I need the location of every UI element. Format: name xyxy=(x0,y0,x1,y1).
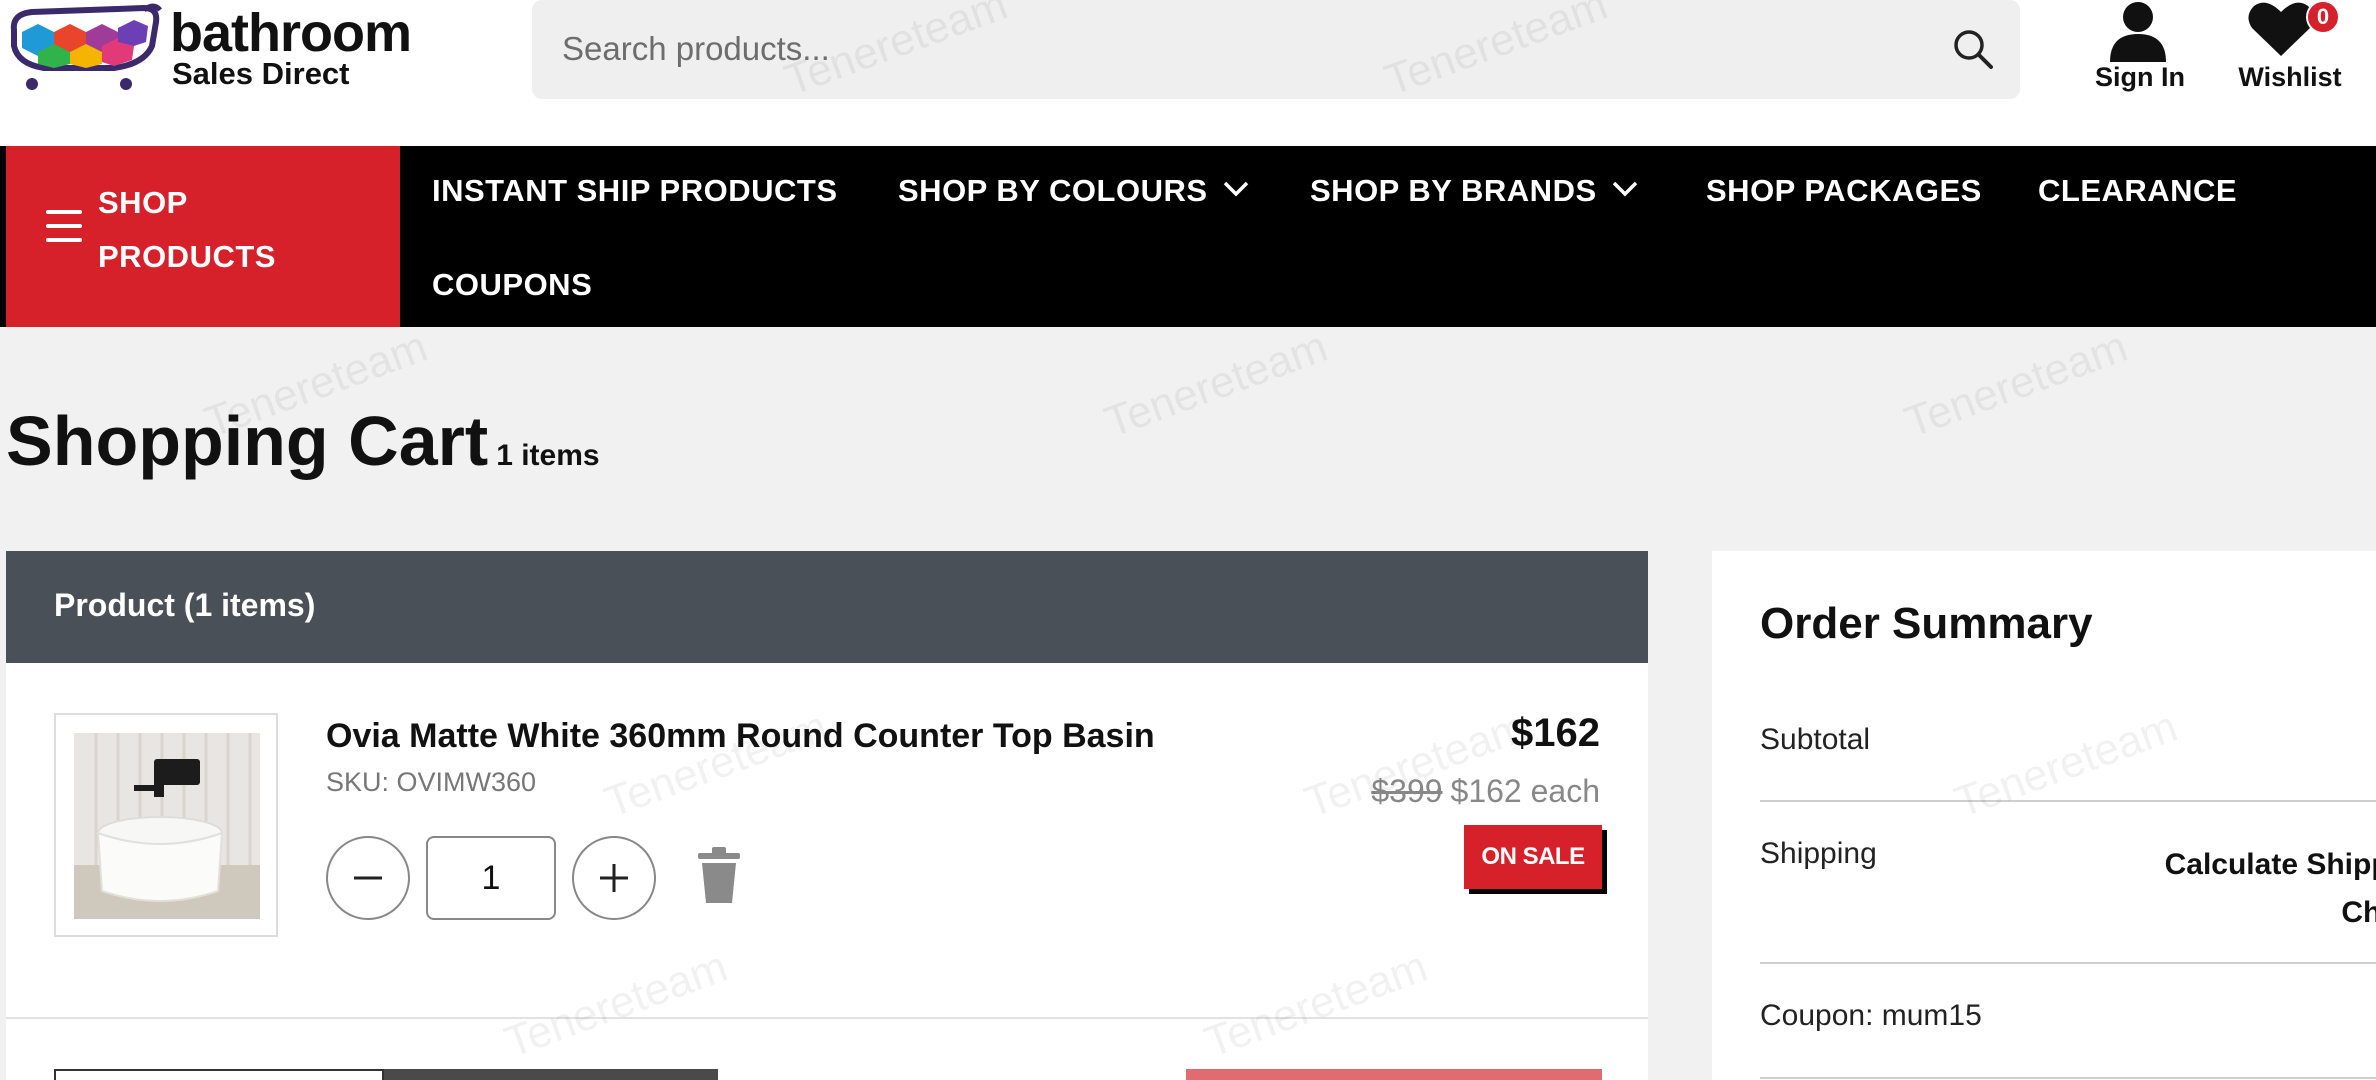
coupon-label: Coupon: mum15 xyxy=(1760,999,1982,1032)
each-price: $162 each xyxy=(1450,773,1600,809)
shop-products-menu-button[interactable]: SHOP PRODUCTS xyxy=(6,146,400,327)
page-title-text: Shopping Cart xyxy=(6,402,489,480)
wishlist-link[interactable]: 0 Wishlist xyxy=(2232,0,2344,100)
shipping-value-line: Calculate Shippi xyxy=(2164,848,2376,881)
bathtub-logo-icon xyxy=(10,3,162,90)
nav-item-label: COUPONS xyxy=(432,267,593,302)
heart-icon xyxy=(2248,2,2314,56)
checkout-button[interactable] xyxy=(1186,1069,1602,1080)
decrease-quantity-button[interactable] xyxy=(326,836,410,920)
was-price: $399 xyxy=(1371,773,1443,809)
cart-header-label: Product (1 items) xyxy=(54,587,316,623)
nav-item-shop-packages[interactable]: SHOP PACKAGES xyxy=(1706,166,1982,216)
search-bar xyxy=(532,0,2020,99)
cart-divider xyxy=(6,1017,1648,1019)
line-total-price: $162 xyxy=(1511,711,1600,755)
product-thumbnail[interactable] xyxy=(54,713,278,937)
increase-quantity-button[interactable] xyxy=(572,836,656,920)
order-summary-panel: Order Summary Subtotal Shipping Calculat… xyxy=(1712,551,2376,1080)
order-summary-title: Order Summary xyxy=(1760,599,2093,648)
main-nav: SHOP PRODUCTS INSTANT SHIP PRODUCTS SHOP… xyxy=(0,146,2376,327)
summary-divider xyxy=(1760,962,2376,964)
shop-products-label: SHOP PRODUCTS xyxy=(98,185,276,274)
logo-word: bathroom xyxy=(170,3,412,63)
logo-subtitle: Sales Direct xyxy=(172,56,350,91)
subtotal-label: Subtotal xyxy=(1760,723,1871,756)
search-input[interactable] xyxy=(562,26,1882,72)
product-name-link[interactable]: Ovia Matte White 360mm Round Counter Top… xyxy=(326,717,1155,756)
cart-action-button[interactable] xyxy=(54,1069,384,1080)
cart-panel: Product (1 items) Ovia Matte White 360mm… xyxy=(6,551,1648,1080)
product-sku: SKU: OVIMW360 xyxy=(326,767,537,797)
summary-divider xyxy=(1760,800,2376,802)
search-button[interactable] xyxy=(1942,18,2004,80)
cart-action-button[interactable] xyxy=(384,1069,718,1080)
nav-item-label: CLEARANCE xyxy=(2038,173,2238,208)
minus-icon xyxy=(354,876,382,880)
on-sale-badge: ON SALE xyxy=(1464,825,1602,889)
wishlist-count-badge: 0 xyxy=(2306,0,2340,34)
trash-icon[interactable] xyxy=(696,847,742,905)
site-header: bathroom Sales Direct Sign In 0 Wishlist xyxy=(0,0,2376,146)
cart-item-count: 1 items xyxy=(496,439,600,472)
summary-divider xyxy=(1760,1077,2376,1079)
shipping-value-line: Che xyxy=(2341,896,2376,929)
user-icon xyxy=(2110,2,2166,62)
nav-item-label: INSTANT SHIP PRODUCTS xyxy=(432,173,838,208)
basin-product-image xyxy=(74,733,260,919)
shipping-label: Shipping xyxy=(1760,837,1877,870)
unit-price: $399 $162 each xyxy=(1371,773,1600,810)
hamburger-menu-icon xyxy=(46,210,82,242)
chevron-down-icon xyxy=(1223,181,1248,197)
nav-item-instant-ship[interactable]: INSTANT SHIP PRODUCTS xyxy=(432,166,838,216)
page-title: Shopping Cart 1 items xyxy=(6,396,600,501)
wishlist-label: Wishlist xyxy=(2238,62,2342,92)
nav-item-shop-by-brands[interactable]: SHOP BY BRANDS xyxy=(1310,166,1639,216)
calculate-shipping-link[interactable]: Calculate Shippi Che xyxy=(2138,841,2376,937)
nav-item-label: SHOP BY BRANDS xyxy=(1310,173,1597,208)
search-icon xyxy=(1954,30,1993,69)
nav-item-coupons[interactable]: COUPONS xyxy=(432,260,592,310)
sign-in-link[interactable]: Sign In xyxy=(2082,0,2185,100)
nav-item-shop-by-colours[interactable]: SHOP BY COLOURS xyxy=(898,166,1250,216)
chevron-down-icon xyxy=(1612,181,1637,197)
site-logo[interactable]: bathroom Sales Direct xyxy=(4,2,444,94)
quantity-input[interactable] xyxy=(426,836,556,920)
nav-item-label: SHOP BY COLOURS xyxy=(898,173,1208,208)
plus-icon xyxy=(600,864,628,892)
cart-table-header: Product (1 items) xyxy=(6,551,1648,663)
watermark-text: Tenereteam xyxy=(1098,321,1334,448)
watermark-text: Tenereteam xyxy=(1898,321,2134,448)
sign-in-label: Sign In xyxy=(2095,62,2185,92)
nav-item-clearance[interactable]: CLEARANCE xyxy=(2038,166,2237,216)
nav-item-label: SHOP PACKAGES xyxy=(1706,173,1982,208)
